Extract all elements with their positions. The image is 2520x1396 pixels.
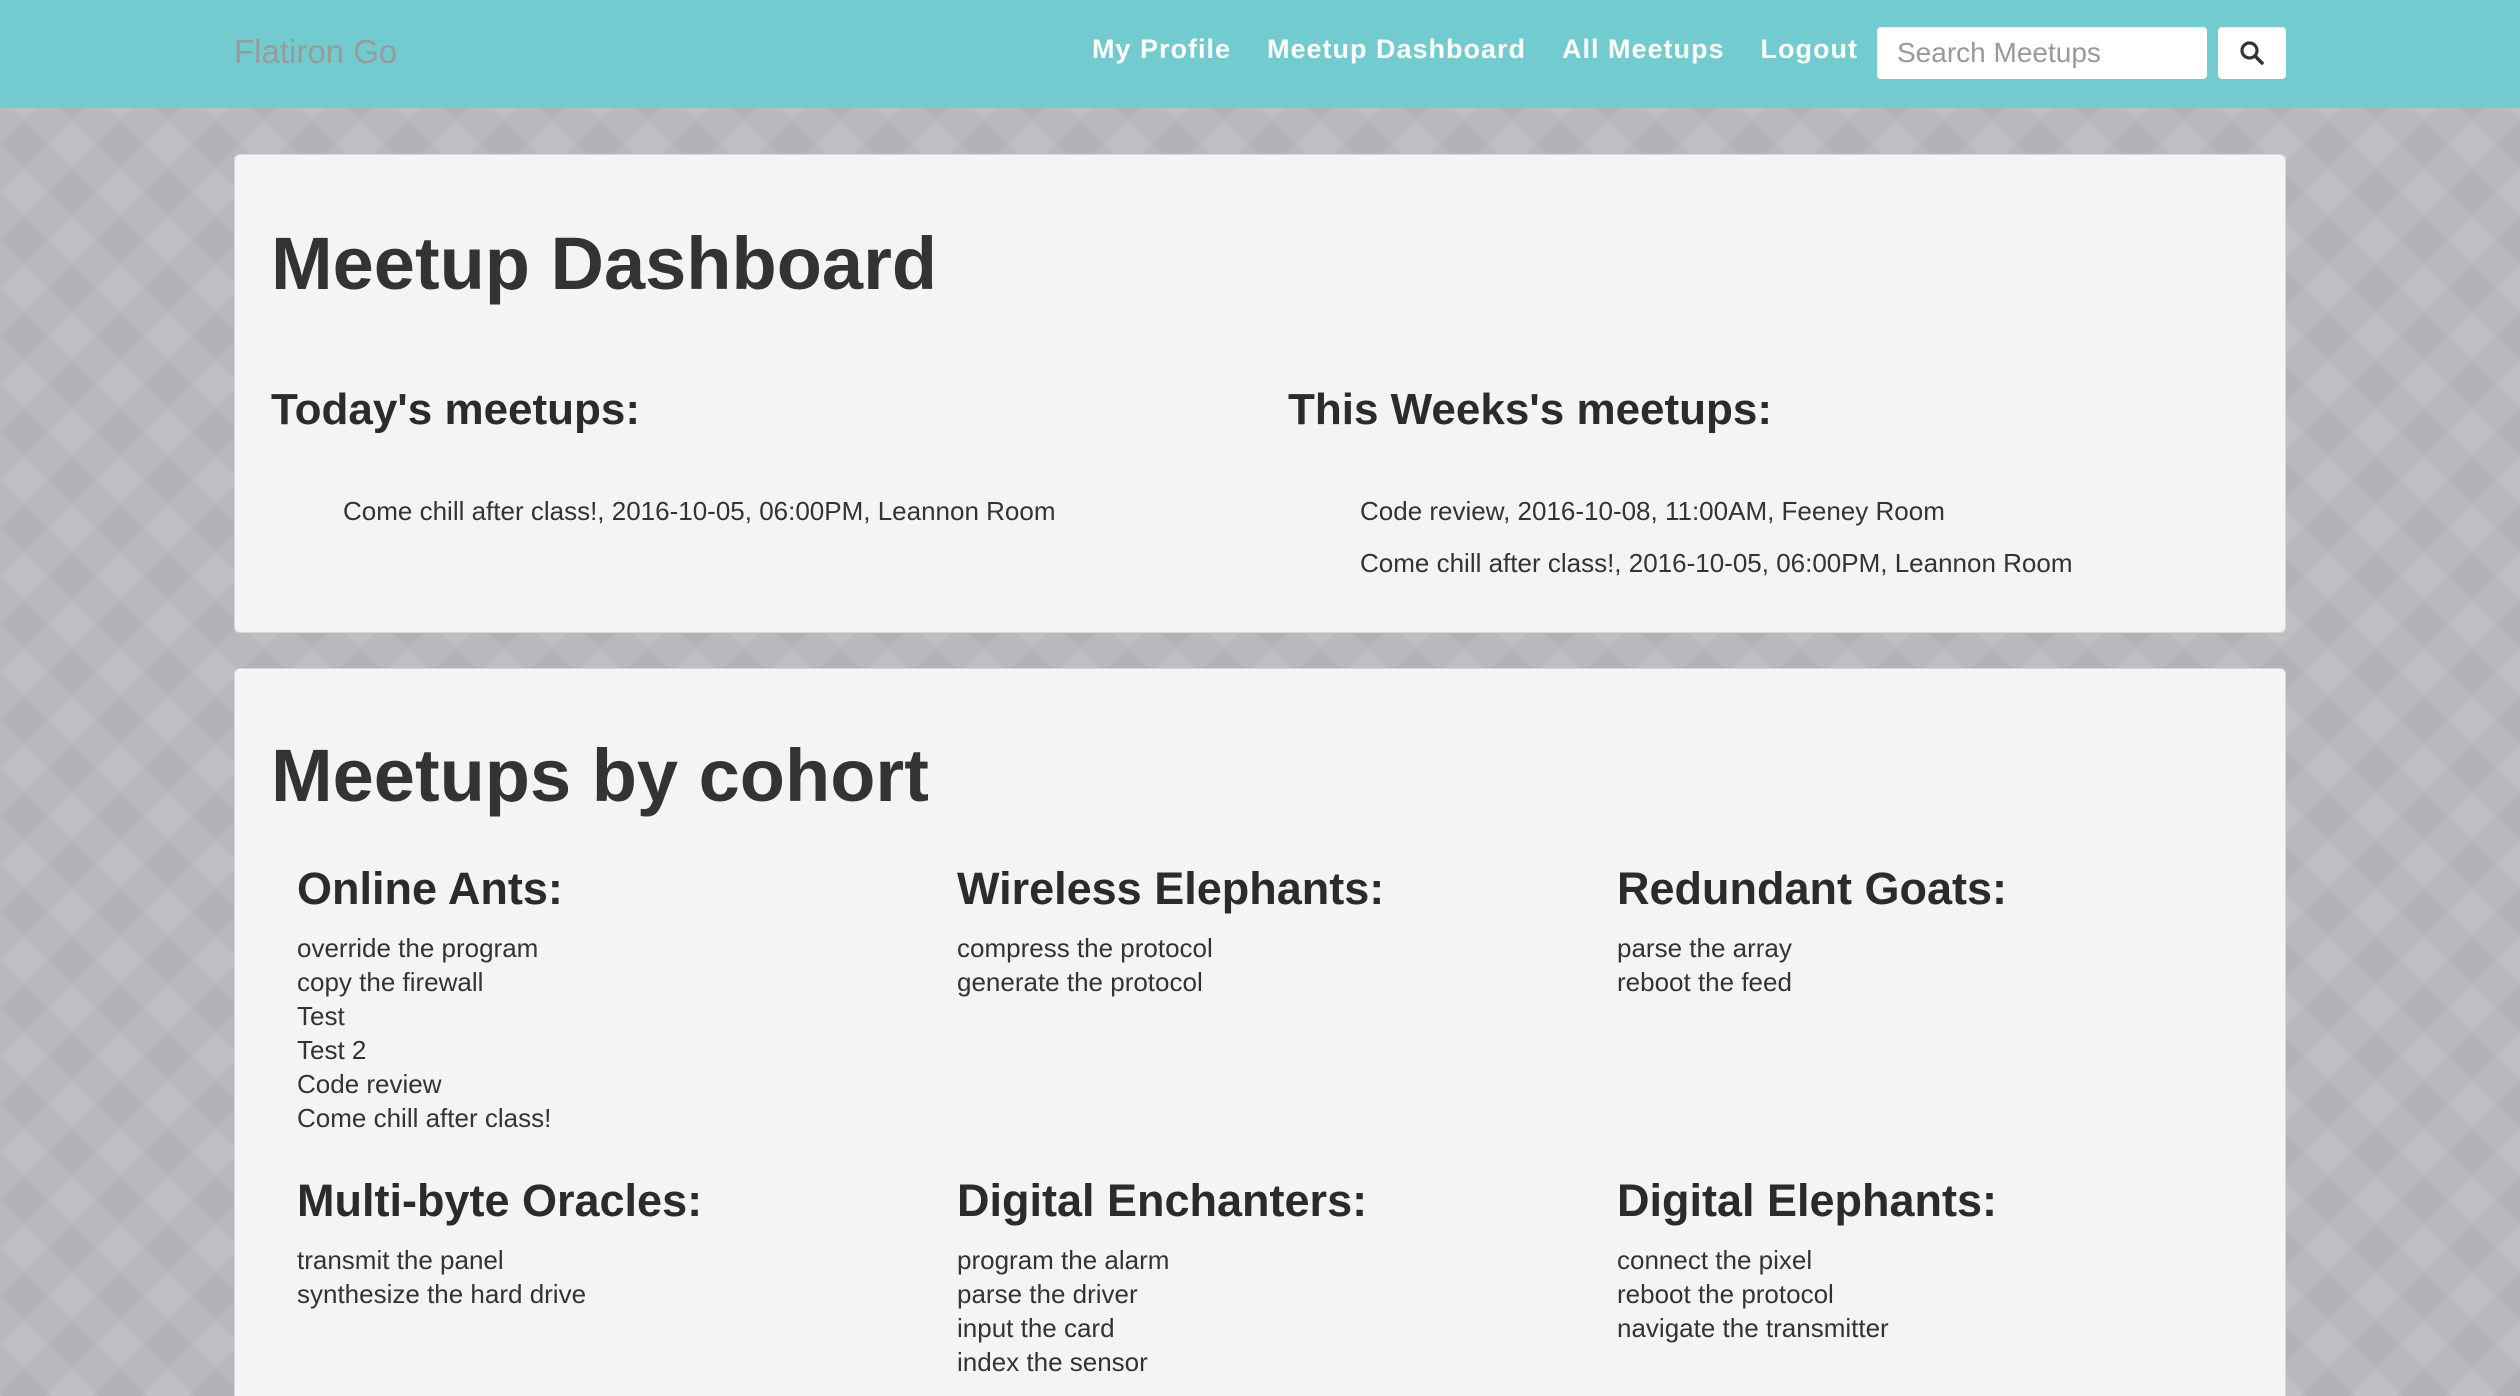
cohort-meetup-item: synthesize the hard drive: [297, 1279, 587, 1309]
todays-meetups-heading: Today's meetups:: [271, 385, 641, 434]
cohort-meetup-item: connect the pixel: [1617, 1245, 1813, 1275]
meetup-item: Come chill after class!, 2016-10-05, 06:…: [343, 496, 1056, 526]
cohort-meetup-item: Test: [297, 1001, 345, 1031]
cohort-digital-enchanters: Digital Enchanters: program the alarm pa…: [957, 1173, 1577, 1379]
cohort-meetup-list: parse the array reboot the feed: [1617, 931, 2237, 999]
page-title: Meetup Dashboard: [271, 222, 938, 305]
brand-link[interactable]: Flatiron Go: [234, 33, 397, 71]
nav-link-meetup-dashboard[interactable]: Meetup Dashboard: [1267, 34, 1526, 65]
meetup-item: Code review, 2016-10-08, 11:00AM, Feeney…: [1360, 496, 1945, 526]
cohort-meetup-item: parse the array: [1617, 933, 1792, 963]
cohort-meetup-item: compress the protocol: [957, 933, 1213, 963]
cohort-online-ants: Online Ants: override the program copy t…: [297, 861, 917, 1135]
cohort-multi-byte-oracles: Multi-byte Oracles: transmit the panel s…: [297, 1173, 917, 1311]
cohort-meetup-item: parse the driver: [957, 1279, 1138, 1309]
cohort-meetup-item: override the program: [297, 933, 539, 963]
cohort-name: Multi-byte Oracles:: [297, 1175, 703, 1226]
nav-links: My Profile Meetup Dashboard All Meetups …: [1092, 34, 1858, 65]
cohort-digital-elephants: Digital Elephants: connect the pixel reb…: [1617, 1173, 2237, 1345]
search-input[interactable]: [1877, 27, 2207, 79]
cohorts-panel: Meetups by cohort Online Ants: override …: [234, 668, 2286, 1396]
cohort-meetup-item: input the card: [957, 1313, 1115, 1343]
cohort-meetup-list: program the alarm parse the driver input…: [957, 1243, 1577, 1379]
this-weeks-meetups-list: Code review, 2016-10-08, 11:00AM, Feeney…: [1360, 485, 2073, 589]
cohort-meetup-item: Come chill after class!: [297, 1103, 552, 1133]
nav-link-logout[interactable]: Logout: [1761, 34, 1858, 65]
cohort-meetup-item: Code review: [297, 1069, 442, 1099]
cohort-wireless-elephants: Wireless Elephants: compress the protoco…: [957, 861, 1577, 999]
cohort-meetup-item: copy the firewall: [297, 967, 484, 997]
meetup-item: Come chill after class!, 2016-10-05, 06:…: [1360, 548, 2073, 578]
cohort-meetup-item: Test 2: [297, 1035, 367, 1065]
cohort-meetup-item: reboot the protocol: [1617, 1279, 1834, 1309]
cohort-meetup-list: transmit the panel synthesize the hard d…: [297, 1243, 917, 1311]
search-button[interactable]: [2218, 27, 2286, 79]
nav-link-all-meetups[interactable]: All Meetups: [1562, 34, 1725, 65]
this-weeks-meetups-heading: This Weeks's meetups:: [1288, 385, 1773, 434]
cohort-meetup-item: reboot the feed: [1617, 967, 1792, 997]
cohort-meetup-item: generate the protocol: [957, 967, 1203, 997]
cohort-name: Redundant Goats:: [1617, 863, 2007, 914]
cohort-redundant-goats: Redundant Goats: parse the array reboot …: [1617, 861, 2237, 999]
cohort-meetup-list: override the program copy the firewall T…: [297, 931, 917, 1135]
cohort-meetup-list: connect the pixel reboot the protocol na…: [1617, 1243, 2237, 1345]
todays-meetups-list: Come chill after class!, 2016-10-05, 06:…: [343, 485, 1056, 537]
cohort-meetup-item: navigate the transmitter: [1617, 1313, 1889, 1343]
navbar: Flatiron Go My Profile Meetup Dashboard …: [0, 0, 2520, 108]
cohort-name: Digital Elephants:: [1617, 1175, 1998, 1226]
cohort-meetup-item: index the sensor: [957, 1347, 1148, 1377]
nav-link-my-profile[interactable]: My Profile: [1092, 34, 1231, 65]
search-icon: [2240, 41, 2264, 65]
cohort-name: Digital Enchanters:: [957, 1175, 1368, 1226]
dashboard-panel: Meetup Dashboard Today's meetups: Come c…: [234, 154, 2286, 633]
cohort-meetup-list: compress the protocol generate the proto…: [957, 931, 1577, 999]
cohorts-title: Meetups by cohort: [271, 734, 929, 817]
cohort-name: Wireless Elephants:: [957, 863, 1385, 914]
cohort-meetup-item: transmit the panel: [297, 1245, 504, 1275]
cohort-meetup-item: program the alarm: [957, 1245, 1170, 1275]
cohort-name: Online Ants:: [297, 863, 563, 914]
